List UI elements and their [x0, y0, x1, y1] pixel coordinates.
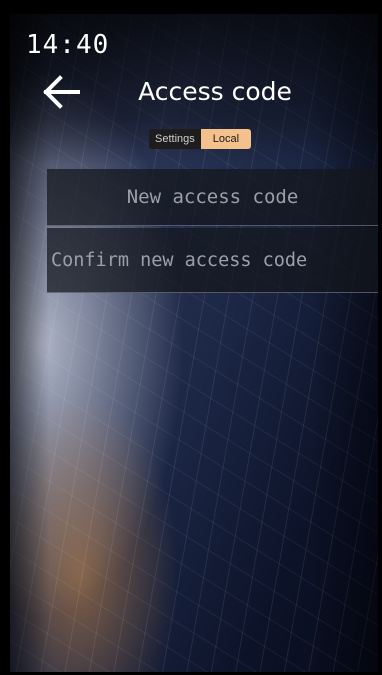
tab-settings[interactable]: Settings	[149, 129, 201, 149]
arrow-left-icon	[43, 75, 80, 109]
back-button[interactable]	[40, 70, 84, 114]
page-title: Access code	[138, 77, 292, 106]
new-access-code-field[interactable]: New access code	[47, 169, 378, 226]
confirm-access-code-field[interactable]: Confirm new access code	[47, 228, 378, 293]
status-time: 14:40	[26, 30, 110, 60]
device-screen: 14:40 Access code Settings Local New acc…	[10, 14, 378, 672]
tab-local[interactable]: Local	[200, 129, 252, 149]
segmented-control: Settings Local	[149, 129, 252, 149]
